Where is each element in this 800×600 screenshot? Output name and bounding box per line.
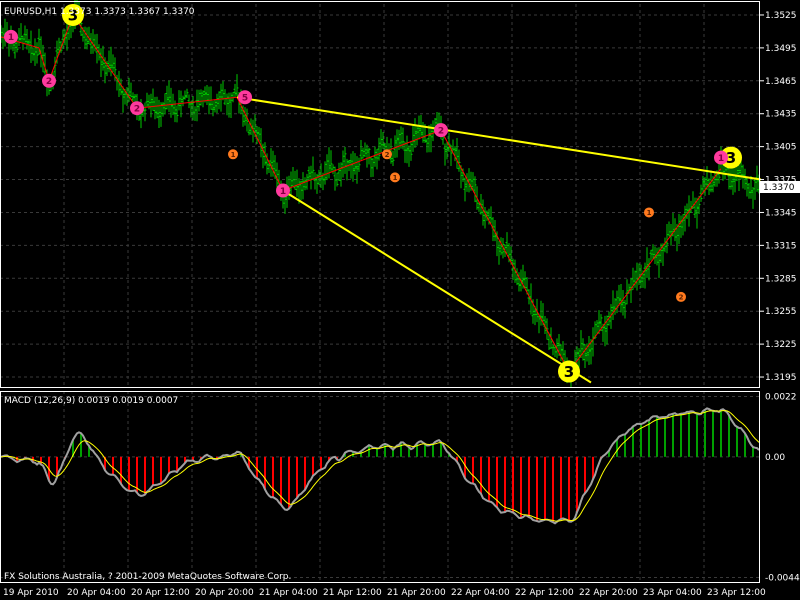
price-panel-header: EURUSD,H1 1.3373 1.3373 1.3367 1.3370 bbox=[4, 7, 195, 17]
chart-canvas: 33312251211 2112 1.35251.34951.34651.3435… bbox=[0, 0, 800, 600]
x-tick-label: 22 Apr 04:00 bbox=[451, 588, 510, 598]
y-tick-label: 1.3225 bbox=[765, 340, 797, 350]
x-tick-label: 20 Apr 04:00 bbox=[67, 588, 126, 598]
wave-label: 2 bbox=[46, 77, 52, 87]
y-tick-label: 1.3465 bbox=[765, 77, 797, 87]
wave-label: 2 bbox=[679, 293, 684, 301]
wave-label: 2 bbox=[385, 151, 390, 159]
y-tick-label: 1.3285 bbox=[765, 274, 797, 284]
x-tick-label: 23 Apr 04:00 bbox=[643, 588, 702, 598]
y-tick-label: 1.3495 bbox=[765, 44, 797, 54]
wave-label: 1 bbox=[8, 33, 14, 43]
wave-label: 1 bbox=[718, 154, 724, 164]
x-tick-label: 21 Apr 12:00 bbox=[323, 588, 382, 598]
y-tick-label: 1.3255 bbox=[765, 307, 797, 317]
y-tick-label: 1.3345 bbox=[765, 208, 797, 218]
wave-label: 1 bbox=[280, 187, 286, 197]
x-tick-label: 21 Apr 20:00 bbox=[387, 588, 446, 598]
wave-label: 2 bbox=[438, 126, 444, 136]
current-price-label: 1.3370 bbox=[763, 183, 795, 193]
y-tick-label: 1.3435 bbox=[765, 110, 797, 120]
wave-label: 3 bbox=[564, 363, 574, 381]
x-tick-label: 20 Apr 12:00 bbox=[131, 588, 190, 598]
x-tick-label: 23 Apr 12:00 bbox=[707, 588, 766, 598]
copyright-footer: FX Solutions Australia, ? 2001-2009 Meta… bbox=[4, 572, 291, 582]
wave-label: 5 bbox=[242, 93, 248, 103]
macd-tick-label: 0.00 bbox=[765, 453, 785, 463]
wave-label: 2 bbox=[134, 104, 140, 114]
y-tick-label: 1.3525 bbox=[765, 11, 797, 21]
wave-label: 1 bbox=[231, 151, 236, 159]
x-tick-label: 21 Apr 04:00 bbox=[259, 588, 318, 598]
wave-label: 1 bbox=[647, 209, 652, 217]
macd-tick-label: 0.0022 bbox=[765, 392, 797, 402]
x-tick-label: 22 Apr 20:00 bbox=[579, 588, 638, 598]
macd-tick-label: -0.0044 bbox=[765, 574, 800, 584]
x-tick-label: 22 Apr 12:00 bbox=[515, 588, 574, 598]
macd-panel-header: MACD (12,26,9) 0.0019 0.0019 0.0007 bbox=[4, 396, 178, 406]
y-tick-label: 1.3405 bbox=[765, 143, 797, 153]
x-tick-label: 20 Apr 20:00 bbox=[195, 588, 254, 598]
y-tick-label: 1.3195 bbox=[765, 373, 797, 383]
y-tick-label: 1.3315 bbox=[765, 241, 797, 251]
x-tick-label: 19 Apr 2010 bbox=[3, 588, 59, 598]
wave-label: 1 bbox=[393, 174, 398, 182]
